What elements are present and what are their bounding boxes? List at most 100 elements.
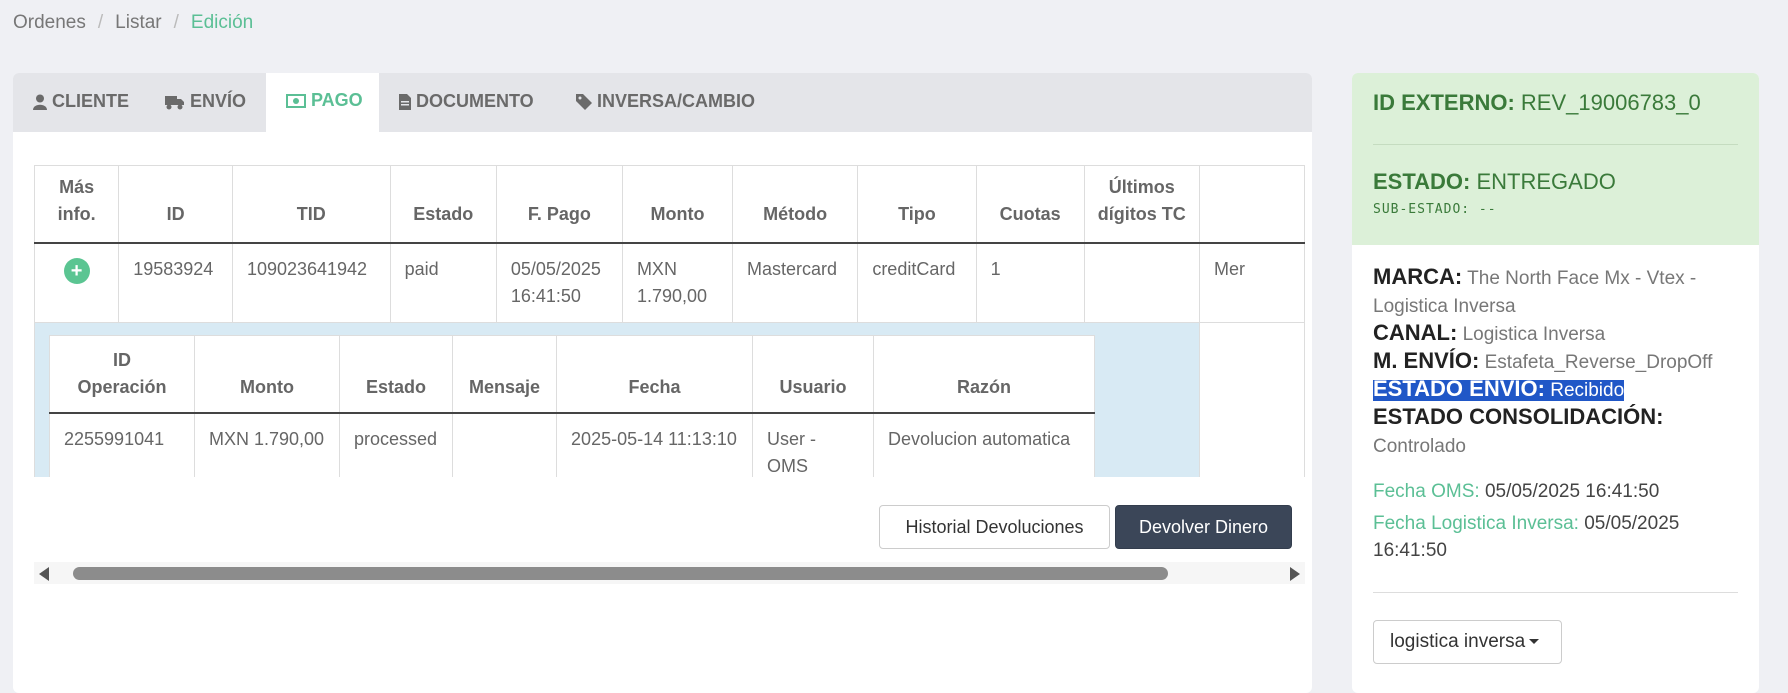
tab-label: PAGO xyxy=(311,90,363,110)
col-id: ID xyxy=(118,165,233,244)
col-tipo: Tipo xyxy=(857,165,977,244)
divider xyxy=(1373,144,1738,145)
col-mas-info: Más info. xyxy=(34,165,120,244)
order-status-box: ID EXTERNO: REV_19006783_0 ESTADO: ENTRE… xyxy=(1352,73,1759,245)
tab-envio[interactable]: ENVÍO xyxy=(145,73,267,132)
op-col-razon: Razón xyxy=(873,335,1096,414)
op-cell-mensaje xyxy=(451,412,558,477)
canal-value: Logistica Inversa xyxy=(1462,324,1606,345)
col-extra xyxy=(1198,165,1305,244)
expand-plus-icon[interactable]: + xyxy=(63,258,90,284)
tab-label: DOCUMENTO xyxy=(416,91,534,111)
m-envio-value: Estafeta_Reverse_DropOff xyxy=(1484,352,1713,373)
col-metodo: Método xyxy=(731,165,859,244)
money-icon xyxy=(286,94,306,109)
estado-envio: ESTADO ENVÍO: Recibido xyxy=(1373,375,1743,405)
payments-table-wrapper: Más info. ID TID Estado F. Pago Monto Mé… xyxy=(34,165,1305,477)
tag-icon xyxy=(576,94,592,111)
fecha-oms-value: 05/05/2025 16:41:50 xyxy=(1484,481,1660,502)
op-cell-monto: MXN 1.790,00 xyxy=(194,412,340,477)
horizontal-scrollbar[interactable] xyxy=(34,562,1305,584)
tab-label: ENVÍO xyxy=(190,91,247,111)
cell-mas-info: + xyxy=(34,242,120,323)
id-externo-value: REV_19006783_0 xyxy=(1520,90,1701,115)
sub-table-row: ID Operación Monto Estado Mensaje Fecha … xyxy=(34,322,1305,477)
op-cell-razon: Devolucion automatica xyxy=(873,412,1096,477)
op-cell-estado: processed xyxy=(339,412,453,477)
m-envio-label: M. ENVÍO: xyxy=(1373,348,1480,373)
op-cell-fecha: 2025-05-14 11:13:10 xyxy=(556,412,754,477)
cell-tid: 109023641942 xyxy=(231,242,391,323)
breadcrumb-separator: / xyxy=(173,12,179,33)
id-externo: ID EXTERNO: REV_19006783_0 xyxy=(1373,90,1701,116)
estado-consolidacion-value: Controlado xyxy=(1373,436,1466,457)
text-selection-highlight: ESTADO ENVÍO: Recibido xyxy=(1373,376,1625,401)
tab-pago[interactable]: PAGO xyxy=(266,73,379,132)
estado-value: ENTREGADO xyxy=(1476,169,1616,194)
col-monto: Monto xyxy=(621,165,734,244)
order-summary-panel: ID EXTERNO: REV_19006783_0 ESTADO: ENTRE… xyxy=(1352,73,1759,693)
fecha-li-label: Fecha Logistica Inversa: xyxy=(1373,513,1579,534)
estado-consolidacion: ESTADO CONSOLIDACIÓN: Controlado xyxy=(1373,403,1743,461)
file-icon xyxy=(399,94,411,111)
cell-estado: paid xyxy=(389,242,497,323)
sub-table-container: ID Operación Monto Estado Mensaje Fecha … xyxy=(34,322,1200,477)
sub-table-filler xyxy=(1198,322,1305,477)
payments-table: Más info. ID TID Estado F. Pago Monto Mé… xyxy=(34,165,1305,477)
fecha-pago-time: 16:41:50 xyxy=(510,286,581,306)
op-col-usuario: Usuario xyxy=(752,335,875,414)
historial-devoluciones-button[interactable]: Historial Devoluciones xyxy=(879,505,1110,549)
tab-label: INVERSA/CAMBIO xyxy=(597,91,756,111)
canal: CANAL: Logistica Inversa xyxy=(1373,319,1743,349)
op-col-fecha: Fecha xyxy=(556,335,754,414)
col-cuotas: Cuotas xyxy=(975,165,1085,244)
breadcrumb-current: Edición xyxy=(190,12,254,33)
cell-tipo: creditCard xyxy=(857,242,977,323)
tab-documento[interactable]: DOCUMENTO xyxy=(379,73,554,132)
cell-id: 19583924 xyxy=(118,242,233,323)
tab-label: CLIENTE xyxy=(52,91,130,111)
cell-ultimos-digitos xyxy=(1083,242,1200,323)
breadcrumb-listar[interactable]: Listar xyxy=(115,12,161,33)
marca-label: MARCA: xyxy=(1373,264,1463,289)
col-f-pago: F. Pago xyxy=(495,165,623,244)
op-col-monto: Monto xyxy=(194,335,340,414)
estado-envio-value: Recibido xyxy=(1550,380,1625,401)
fecha-oms-label: Fecha OMS: xyxy=(1373,481,1480,502)
op-cell-id: 2255991041 xyxy=(49,412,195,477)
scroll-left-arrow-icon[interactable] xyxy=(39,567,49,581)
col-tid: TID xyxy=(231,165,391,244)
table-row: + 19583924 109023641942 paid 05/05/2025 1… xyxy=(34,242,1305,323)
cell-f-pago: 05/05/2025 16:41:50 xyxy=(495,242,623,323)
op-col-estado: Estado xyxy=(339,335,453,414)
estado: ESTADO: ENTREGADO xyxy=(1373,169,1616,195)
scrollbar-thumb[interactable] xyxy=(73,567,1168,580)
canal-label: CANAL: xyxy=(1373,320,1458,345)
scroll-right-arrow-icon[interactable] xyxy=(1290,567,1300,581)
cell-extra: Mer xyxy=(1198,242,1305,323)
estado-envio-label: ESTADO ENVÍO: xyxy=(1373,376,1545,401)
op-col-id: ID Operación xyxy=(49,335,195,414)
table-row: 2255991041 MXN 1.790,00 processed 2025-0… xyxy=(49,412,1096,477)
tab-cliente[interactable]: CLIENTE xyxy=(13,73,147,132)
logistica-inversa-dropdown[interactable]: logistica inversa xyxy=(1373,620,1562,664)
truck-icon xyxy=(165,95,185,110)
col-ultimos-digitos: Últimos dígitos TC xyxy=(1083,165,1200,244)
caret-down-icon xyxy=(1529,639,1540,645)
estado-consolidacion-label: ESTADO CONSOLIDACIÓN: xyxy=(1373,404,1664,429)
breadcrumb: Ordenes / Listar / Edición xyxy=(13,12,253,34)
monto-currency: MXN xyxy=(636,259,677,279)
cell-cuotas: 1 xyxy=(975,242,1085,323)
dropdown-label: logistica inversa xyxy=(1390,631,1526,652)
breadcrumb-ordenes[interactable]: Ordenes xyxy=(13,12,86,33)
tab-inversa-cambio[interactable]: INVERSA/CAMBIO xyxy=(556,73,766,132)
devolver-dinero-button[interactable]: Devolver Dinero xyxy=(1115,505,1292,549)
breadcrumb-separator: / xyxy=(97,12,104,33)
marca: MARCA: The North Face Mx - Vtex - Logist… xyxy=(1373,263,1743,321)
estado-label: ESTADO: xyxy=(1373,169,1471,194)
fecha-oms: Fecha OMS: 05/05/2025 16:41:50 xyxy=(1373,478,1743,505)
order-main-panel: CLIENTE ENVÍO PAGO DOCUMENTO INVERSA/CAM… xyxy=(13,73,1312,693)
op-col-mensaje: Mensaje xyxy=(451,335,558,414)
m-envio: M. ENVÍO: Estafeta_Reverse_DropOff xyxy=(1373,347,1743,377)
op-cell-usuario: User - OMS xyxy=(752,412,875,477)
